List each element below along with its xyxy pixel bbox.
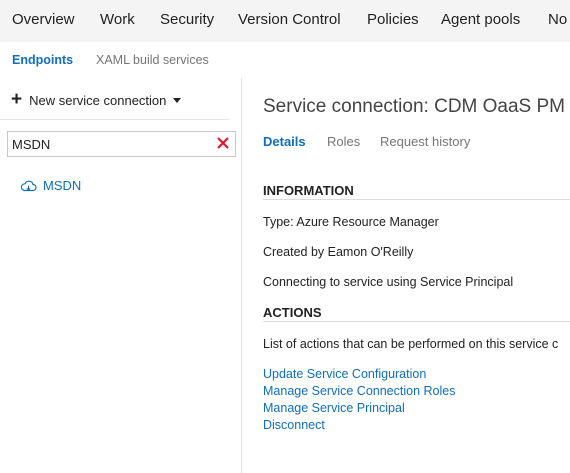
tab-request-history[interactable]: Request history [380,134,470,149]
update-service-configuration-link[interactable]: Update Service Configuration [263,367,426,381]
disconnect-link[interactable]: Disconnect [263,418,325,432]
tab-policies[interactable]: Policies [367,11,419,28]
sub-nav-bar: Endpoints XAML build services [0,42,570,78]
tab-version-control[interactable]: Version Control [238,11,341,28]
subtab-endpoints[interactable]: Endpoints [12,53,73,67]
endpoint-item-label: MSDN [43,178,82,193]
subtab-xaml-build-services[interactable]: XAML build services [96,53,209,67]
manage-service-connection-roles-link[interactable]: Manage Service Connection Roles [263,384,455,398]
information-heading: INFORMATION [263,183,354,198]
cloud-icon [20,180,37,191]
page-title: Service connection: CDM OaaS PM (F [263,96,570,117]
tab-overview[interactable]: Overview [12,11,75,28]
tab-details[interactable]: Details [263,134,306,149]
endpoint-list-item[interactable]: MSDN [20,178,81,193]
divider [0,119,229,120]
top-nav-bar: Overview Work Security Version Control P… [0,0,570,42]
endpoints-list-pane: + New service connection MSDN [0,78,242,473]
created-by: Created by Eamon O'Reilly [263,245,414,259]
connection-type: Type: Azure Resource Manager [263,215,439,229]
filter-input[interactable] [8,132,202,156]
plus-icon: + [11,89,23,110]
connection-method: Connecting to service using Service Prin… [263,275,514,289]
clear-filter-icon[interactable] [216,136,230,150]
chevron-down-icon [173,97,182,103]
new-service-connection-button[interactable]: + New service connection [11,89,182,110]
new-service-connection-label: New service connection [29,92,167,108]
tab-agent-pools[interactable]: Agent pools [441,11,520,28]
actions-heading: ACTIONS [263,305,322,320]
section-divider [263,321,570,322]
tab-security[interactable]: Security [160,11,214,28]
tab-roles[interactable]: Roles [327,134,360,149]
actions-description: List of actions that can be performed on… [263,337,559,351]
tab-work[interactable]: Work [100,11,135,28]
manage-service-principal-link[interactable]: Manage Service Principal [263,401,405,415]
filter-box [7,131,236,157]
tab-notifications[interactable]: No [548,11,567,28]
section-divider [263,199,570,200]
service-connection-details: Service connection: CDM OaaS PM (F Detai… [242,78,570,473]
